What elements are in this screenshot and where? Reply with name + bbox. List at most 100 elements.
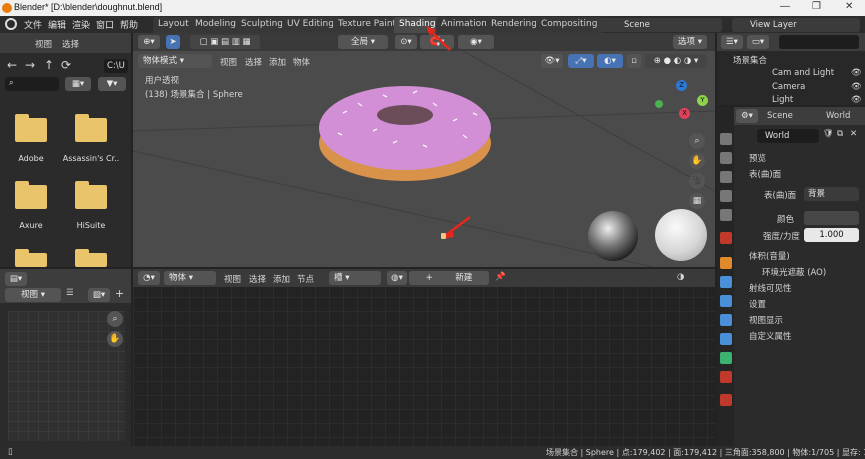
section-ambient-occlusion[interactable]: 环境光遮蔽 (AO)	[762, 266, 826, 278]
minimize-button[interactable]: —	[780, 1, 790, 12]
world-tab-icon[interactable]	[720, 232, 732, 244]
display-filter-button[interactable]: ▭▾	[747, 35, 769, 49]
file-menu-view[interactable]: 视图	[35, 38, 52, 50]
editor-type-button[interactable]: ⚙▾	[736, 109, 758, 123]
file-menu-select[interactable]: 选择	[62, 38, 79, 50]
blender-menu-icon[interactable]	[5, 18, 17, 30]
new-material-button[interactable]: + 新建	[409, 271, 489, 285]
modifier-tab-icon[interactable]	[720, 276, 732, 288]
surface-shader-dropdown[interactable]: 背景	[804, 187, 859, 201]
gizmo-z-axis[interactable]: Z	[676, 80, 687, 91]
strength-field[interactable]: 1.000	[804, 228, 859, 242]
editor-type-button[interactable]: ☰▾	[721, 35, 743, 49]
snap-toggle-icon[interactable]: ◑	[677, 272, 684, 282]
gizmo-y-axis[interactable]: Y	[697, 95, 708, 106]
scene-tab-icon[interactable]	[720, 209, 732, 221]
editor-type-button[interactable]: ▤▾	[5, 272, 27, 286]
section-preview[interactable]: 预览	[749, 152, 766, 164]
menu-edit[interactable]: 编辑	[48, 18, 66, 31]
material-tab-icon[interactable]	[720, 371, 732, 383]
render-tab-icon[interactable]	[720, 152, 732, 164]
folder-icon[interactable]	[15, 181, 47, 209]
color-swatch[interactable]	[804, 211, 859, 225]
image-editor-canvas[interactable]	[8, 311, 125, 441]
eye-icon[interactable]: 👁	[851, 95, 862, 105]
view-layer-selector[interactable]: View Layer	[732, 18, 860, 32]
folder-icon[interactable]	[75, 114, 107, 142]
texture-tab-icon[interactable]	[720, 394, 732, 406]
fake-user-icon[interactable]: 🛡	[823, 129, 834, 139]
3d-viewport[interactable]: ⊕▾ ➤ ▢ ▣ ▤ ▥ ▦ 全局 ▾ ⊙▾ 🧲▾ ◉▾ 选项 ▾ 物体模式 ▾…	[133, 33, 715, 267]
outliner-item-light[interactable]: Light	[772, 95, 793, 105]
shader-editor[interactable]: ◔▾ 物体 ▾ 视图 选择 添加 节点 槽 ▾ ◍▾ + 新建 📌 ◑	[133, 269, 715, 446]
image-browse-button[interactable]: ▧▾	[88, 288, 110, 302]
outliner-item-camera[interactable]: Camera	[772, 82, 805, 92]
refresh-icon[interactable]: ⟳	[61, 58, 71, 72]
tab-texture-paint[interactable]: Texture Paint	[333, 17, 402, 33]
menu-render[interactable]: 渲染	[72, 18, 90, 31]
shader-type-dropdown[interactable]: 物体 ▾	[164, 271, 216, 285]
close-button[interactable]: ✕	[845, 1, 853, 12]
path-field[interactable]: C:\U	[104, 59, 128, 73]
add-icon[interactable]: +	[115, 287, 124, 300]
unlink-icon[interactable]: ✕	[850, 129, 857, 139]
nav-gizmo[interactable]: Z Y X	[653, 78, 708, 128]
pan-view-icon[interactable]: ✋	[689, 153, 705, 169]
display-mode-button[interactable]: ▦▾	[65, 77, 91, 91]
folder-icon[interactable]	[75, 249, 107, 267]
section-custom-properties[interactable]: 自定义属性	[749, 330, 792, 342]
donut-object[interactable]	[313, 73, 498, 185]
tab-modeling[interactable]: Modeling	[190, 17, 241, 33]
eye-icon[interactable]: 👁	[851, 82, 862, 92]
tab-sculpting[interactable]: Sculpting	[236, 17, 289, 33]
select-tool-button[interactable]: ➤	[166, 35, 180, 49]
filter-button[interactable]: ▼▾	[98, 77, 126, 91]
tab-compositing[interactable]: Compositing	[536, 17, 603, 33]
editor-type-button[interactable]: ◔▾	[138, 271, 160, 285]
zoom-view-icon[interactable]: ⌕	[689, 133, 705, 149]
section-surface[interactable]: 表(曲)面	[749, 168, 781, 180]
ortho-toggle-icon[interactable]: ▦	[689, 193, 705, 209]
back-icon[interactable]: ←	[7, 58, 17, 72]
scene-selector[interactable]: Scene	[598, 18, 722, 32]
camera-view-icon[interactable]: 🎥	[689, 173, 705, 189]
pivot-dropdown[interactable]: ⊙▾	[395, 35, 417, 49]
light-object-icon[interactable]	[441, 233, 446, 239]
menu-help[interactable]: 帮助	[120, 18, 138, 31]
section-volume[interactable]: 体积(音量)	[749, 250, 790, 262]
parent-icon[interactable]: ↑	[44, 58, 54, 72]
slot-dropdown[interactable]: 槽 ▾	[329, 271, 381, 285]
tab-rendering[interactable]: Rendering	[486, 17, 542, 33]
folder-icon[interactable]	[15, 114, 47, 142]
output-tab-icon[interactable]	[720, 171, 732, 183]
options-dropdown[interactable]: 选项 ▾	[673, 35, 707, 49]
gizmo-x-axis[interactable]: X	[679, 108, 690, 119]
outliner-root-collection[interactable]: 场景集合	[733, 54, 767, 66]
tab-layout[interactable]: Layout	[153, 17, 194, 33]
physics-tab-icon[interactable]	[720, 314, 732, 326]
gizmo-y-neg[interactable]	[655, 100, 663, 108]
view-dropdown[interactable]: 视图 ▾	[5, 288, 61, 302]
tool-tab-icon[interactable]	[720, 133, 732, 145]
outliner-search-input[interactable]	[779, 35, 859, 49]
menu-icon[interactable]: ☰	[66, 288, 74, 298]
section-settings[interactable]: 设置	[749, 298, 766, 310]
eye-icon[interactable]: 👁	[851, 68, 862, 78]
outliner-item-cam-and-light[interactable]: Cam and Light	[772, 68, 834, 78]
select-mode-buttons[interactable]: ▢ ▣ ▤ ▥ ▦	[190, 35, 260, 49]
shader-menu-view[interactable]: 视图	[224, 273, 241, 285]
maximize-button[interactable]: ❐	[812, 1, 821, 12]
folder-icon[interactable]	[15, 249, 47, 267]
material-browse-button[interactable]: ◍▾	[387, 271, 407, 285]
data-tab-icon[interactable]	[720, 352, 732, 364]
editor-type-button[interactable]: ⊕▾	[138, 35, 160, 49]
zoom-icon[interactable]: ⌕	[107, 311, 123, 327]
world-datablock[interactable]: World	[757, 129, 819, 143]
tab-uv-editing[interactable]: UV Editing	[282, 17, 339, 33]
section-viewport-display[interactable]: 视图显示	[749, 314, 783, 326]
particles-tab-icon[interactable]	[720, 295, 732, 307]
section-ray-visibility[interactable]: 射线可见性	[749, 282, 792, 294]
proportional-button[interactable]: ◉▾	[458, 35, 494, 49]
view-layer-tab-icon[interactable]	[720, 190, 732, 202]
hand-icon[interactable]: ✋	[107, 331, 123, 347]
